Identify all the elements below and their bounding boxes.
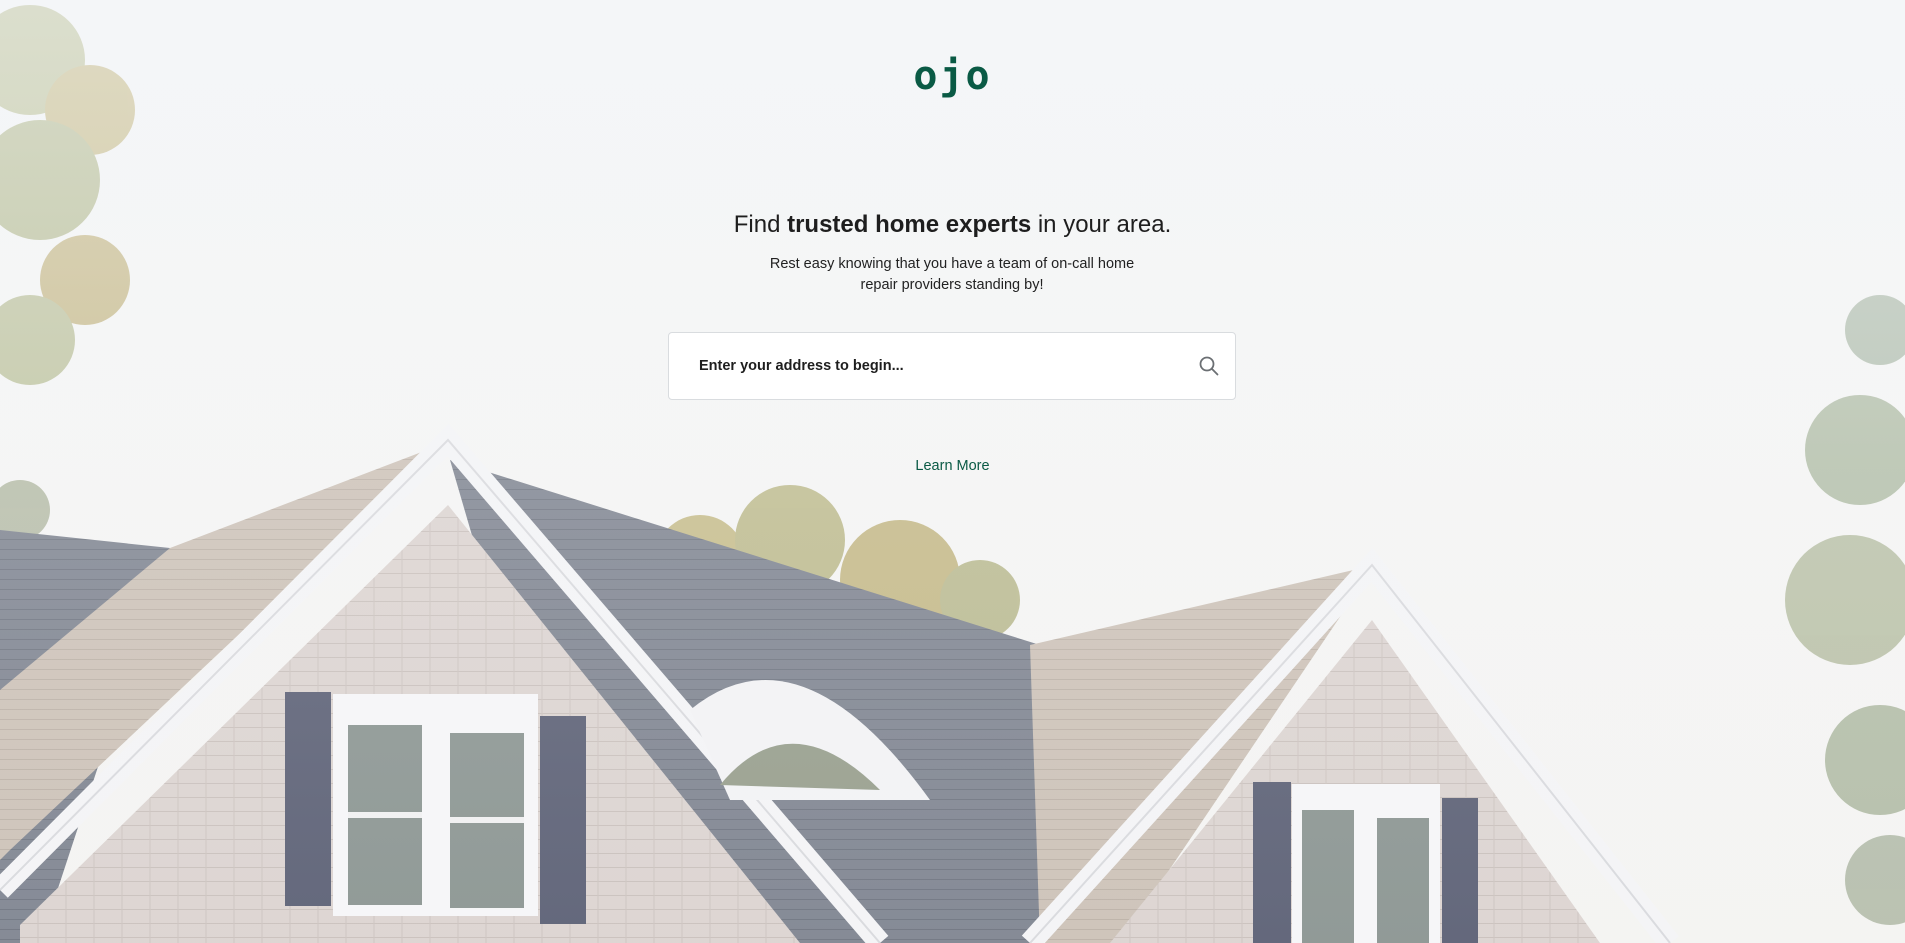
address-search-box[interactable]	[668, 332, 1236, 400]
ojo-logo[interactable]: ojo	[0, 52, 1905, 100]
headline-prefix: Find	[733, 211, 788, 238]
search-icon[interactable]	[1197, 354, 1221, 378]
landing-page: ojo Find trusted home experts in your ar…	[0, 0, 1905, 943]
hero-subtext: Rest easy knowing that you have a team o…	[769, 256, 1135, 293]
page-headline: Find trusted home experts in your area.	[0, 210, 1905, 240]
logo-text: ojo	[913, 53, 992, 99]
headline-emphasis: trusted home experts	[787, 211, 1032, 238]
learn-more-container: Learn More	[0, 456, 1905, 476]
learn-more-link[interactable]: Learn More	[915, 458, 989, 474]
hero-content: ojo Find trusted home experts in your ar…	[0, 0, 1905, 943]
headline-suffix: in your area.	[1031, 211, 1172, 238]
address-search-input[interactable]	[699, 333, 1169, 399]
